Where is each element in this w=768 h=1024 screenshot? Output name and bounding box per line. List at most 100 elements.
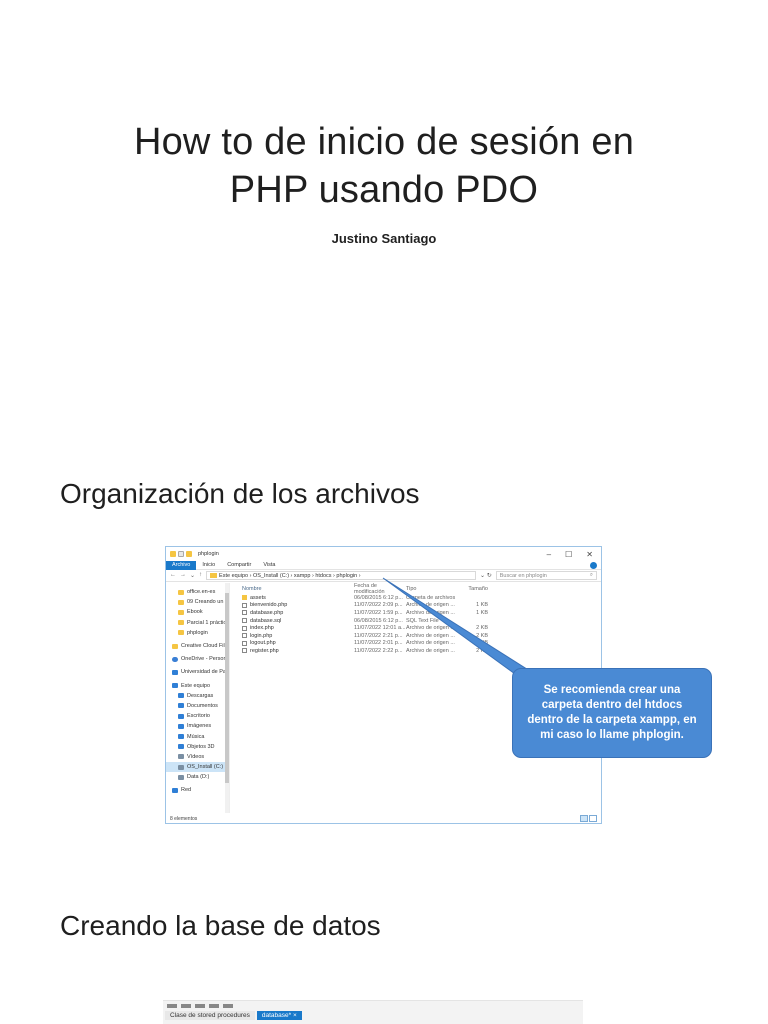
nav-item[interactable]: Objetos 3D (166, 742, 229, 752)
tab-compartir[interactable]: Compartir (221, 561, 257, 570)
toolbar-icon[interactable] (195, 1003, 205, 1008)
nav-item[interactable]: Ebook (166, 607, 229, 617)
column-header-name[interactable]: Nombre (242, 586, 354, 592)
file-row[interactable]: bienvenido.php 11/07/2022 2:09 p... Archiv… (242, 602, 601, 610)
nav-item[interactable]: Documentos (166, 701, 229, 711)
toolbar-icon[interactable] (167, 1003, 177, 1008)
new-folder-icon[interactable] (186, 551, 192, 557)
help-icon[interactable] (590, 561, 597, 569)
nav-item-label: Música (187, 733, 205, 740)
file-row[interactable]: logout.php 11/07/2022 2:01 p... Archivo de… (242, 640, 601, 648)
nav-item-label: Red (181, 787, 192, 794)
toolbar-icon[interactable] (223, 1003, 233, 1008)
file-icon (242, 633, 247, 639)
file-name-cell: bienvenido.php (242, 602, 354, 608)
file-row[interactable]: index.php 11/07/2022 12:01 a... Archivo de… (242, 624, 601, 632)
search-input[interactable]: Buscar en phplogin ⌕ (495, 571, 597, 580)
nav-item-label: Universidad de Pa (181, 669, 226, 676)
file-name: logout.php (250, 640, 276, 647)
column-header-date[interactable]: Fecha de modificación (354, 583, 406, 595)
folder-icon (178, 589, 184, 595)
properties-icon[interactable] (178, 551, 184, 557)
tab-archivo[interactable]: Archivo (166, 560, 197, 570)
file-type: SQL Text File (406, 617, 439, 624)
file-name-cell: database.sql (242, 618, 354, 624)
file-name: index.php (250, 625, 274, 632)
file-name: database.sql (250, 617, 282, 624)
up-arrow-icon[interactable]: ↑ (199, 572, 202, 579)
quick-access-toolbar[interactable] (170, 551, 192, 557)
nav-item[interactable]: Data (D:) (166, 772, 229, 782)
file-row[interactable]: database.php 11/07/2022 1:59 p... Archivo … (242, 609, 601, 617)
window-controls: – ☐ ✕ (547, 550, 597, 559)
address-bar-row: ← → ⌄ ↑ Este equipo › OS_Install (C:) › … (166, 570, 601, 582)
nav-item[interactable]: 09 Creando un lo (166, 597, 229, 607)
nav-item-label: Descargas (187, 692, 214, 699)
file-name: database.php (250, 609, 284, 616)
nav-item[interactable]: Imágenes (166, 721, 229, 731)
maximize-button[interactable]: ☐ (565, 550, 572, 559)
nav-item-label: Imágenes (187, 723, 212, 730)
nav-item[interactable]: Este equipo (166, 681, 229, 691)
nav-item-label: Parcial 1 práctico (187, 619, 229, 626)
file-type: Archivo de origen ... (406, 640, 455, 647)
column-header-size[interactable]: Tamaño (458, 586, 488, 592)
tab-stored-procedures[interactable]: Clase de stored procedures (165, 1011, 255, 1020)
nav-item[interactable]: Parcial 1 práctico (166, 618, 229, 628)
nav-scrollbar-thumb[interactable] (225, 593, 229, 783)
nav-item[interactable]: Universidad de Pa (166, 667, 229, 677)
file-name-cell: register.php (242, 648, 354, 654)
file-row[interactable]: assets 06/08/2015 6:12 p... Carpeta de arc… (242, 594, 601, 602)
column-header-type[interactable]: Tipo (406, 586, 458, 592)
nav-item-label: 09 Creando un lo (187, 599, 229, 606)
navigation-arrows: ← → ⌄ ↑ (170, 572, 202, 579)
nav-item[interactable]: Vídeos (166, 752, 229, 762)
back-arrow-icon[interactable]: ← (170, 572, 176, 579)
ribbon-tabs: Archivo Inicio Compartir Vista (166, 560, 601, 570)
navigation-pane: office.en-es 09 Creando un lo Ebook Parcial… (166, 583, 230, 813)
details-view-button[interactable] (580, 815, 588, 822)
toolbar-icon[interactable] (181, 1003, 191, 1008)
folder-icon (242, 595, 247, 601)
large-icons-view-button[interactable] (589, 815, 597, 822)
file-type: Archivo de origen ... (406, 632, 455, 639)
file-size: 1 KB (476, 602, 488, 609)
nav-item[interactable]: phplogin (166, 628, 229, 638)
file-row[interactable]: register.php 11/07/2022 2:22 p... Archivo … (242, 647, 601, 655)
section-heading-database: Creando la base de datos (60, 910, 381, 941)
drive-icon (178, 774, 184, 780)
breadcrumb[interactable]: Este equipo › OS_Install (C:) › xampp › … (219, 573, 361, 579)
slide-title: How to de inicio de sesión en PHP usando… (0, 118, 768, 214)
tab-inicio[interactable]: Inicio (196, 561, 221, 570)
nav-item[interactable]: OneDrive - Person (166, 654, 229, 664)
slide-title-line2: PHP usando PDO (229, 169, 539, 211)
nav-item[interactable]: Descargas (166, 691, 229, 701)
nav-item-label: Documentos (187, 702, 218, 709)
nav-item-label: OneDrive - Person (181, 656, 227, 663)
nav-item[interactable]: Red (166, 785, 229, 795)
nav-item[interactable]: OS_Install (C:) (166, 762, 229, 773)
forward-arrow-icon[interactable]: → (180, 572, 186, 579)
tab-database[interactable]: database* × (256, 1011, 302, 1020)
recent-locations-icon[interactable]: ⌄ (190, 572, 195, 579)
file-type: Carpeta de archivos (406, 594, 456, 601)
file-name-cell: login.php (242, 633, 354, 639)
nav-item[interactable]: Creative Cloud Fil (166, 641, 229, 651)
tab-vista[interactable]: Vista (257, 561, 281, 570)
folder-icon (178, 599, 184, 605)
location-icon (178, 744, 184, 750)
minimize-button[interactable]: – (547, 550, 551, 559)
nav-scrollbar[interactable] (225, 583, 229, 813)
nav-item-label: office.en-es (187, 589, 216, 596)
close-button[interactable]: ✕ (586, 550, 593, 559)
nav-item[interactable]: Música (166, 731, 229, 741)
address-bar[interactable]: Este equipo › OS_Install (C:) › xampp › … (206, 571, 477, 580)
location-icon (178, 703, 184, 709)
nav-item[interactable]: Escritorio (166, 711, 229, 721)
refresh-icon[interactable]: ⌄ ↻ (480, 572, 492, 579)
file-name: bienvenido.php (250, 602, 288, 609)
file-row[interactable]: database.sql 06/08/2015 6:12 p... SQL Text… (242, 617, 601, 625)
nav-item[interactable]: office.en-es (166, 587, 229, 597)
toolbar-icon[interactable] (209, 1003, 219, 1008)
file-row[interactable]: login.php 11/07/2022 2:21 p... Archivo de … (242, 632, 601, 640)
